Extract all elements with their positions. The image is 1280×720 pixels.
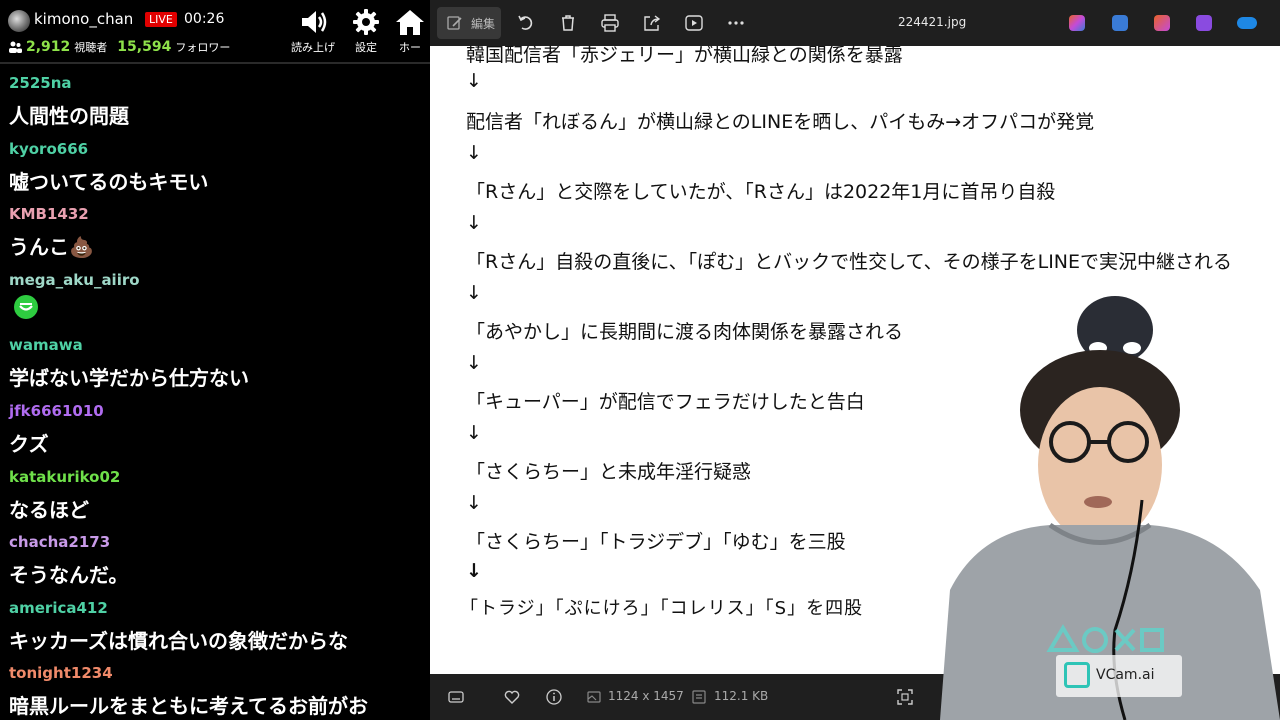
clipchamp-icon[interactable] <box>1154 15 1170 31</box>
filmstrip-icon[interactable] <box>447 688 465 706</box>
rotate-icon[interactable] <box>516 13 536 33</box>
designer-icon[interactable] <box>1112 15 1128 31</box>
chat-text: 人間性の問題 <box>9 104 129 128</box>
chat-text: 学ばない学だから仕方ない <box>9 366 249 391</box>
chat-message: katakuriko02 なるほど <box>0 464 430 530</box>
edit-label: 編集 <box>471 17 496 31</box>
chat-text: キッカーズは慣れ合いの象徴だからな <box>9 628 348 653</box>
chat-message: jfk6661010 クズ <box>0 398 430 464</box>
file-size-icon <box>692 690 706 704</box>
doc-line: 「Rさん」と交際をしていたが、「Rさん」は2022年1月に首吊り自殺 <box>466 181 1056 203</box>
read-aloud-button[interactable]: 読み上げ <box>286 6 340 58</box>
settings-label: 設定 <box>355 41 377 54</box>
chat-username[interactable]: jfk6661010 <box>9 402 104 420</box>
elapsed-time: 00:26 <box>184 11 225 27</box>
photos-icon[interactable] <box>1196 15 1212 31</box>
chat-message: wamawa 学ばない学だから仕方ない <box>0 332 430 398</box>
doc-arrow: ↓ <box>466 282 482 304</box>
follower-label: フォロワー <box>175 41 231 54</box>
info-icon[interactable] <box>545 688 563 706</box>
doc-line: 「あやかし」に長期間に渡る肉体関係を暴露される <box>466 321 904 343</box>
home-label: ホー <box>399 41 421 54</box>
viewer-count: 2,912 <box>26 39 71 55</box>
vcam-brand: VCam.ai <box>1096 667 1155 683</box>
doc-arrow: ↓ <box>466 560 482 582</box>
home-icon <box>396 10 424 35</box>
image-dimensions: 1124 x 1457 <box>608 689 684 703</box>
file-name: 224421.jpg <box>898 15 967 29</box>
viewer-label: 視聴者 <box>74 41 108 54</box>
chat-message: tonight1234 暗黒ルールをまともに考えてるお前がお <box>0 660 430 720</box>
stream-stats: 2,912 視聴者 15,594 フォロワー <box>8 38 230 56</box>
chat-username[interactable]: kyoro666 <box>9 140 88 158</box>
doc-arrow: ↓ <box>466 422 482 444</box>
users-icon <box>9 41 22 53</box>
doc-arrow: ↓ <box>466 352 482 374</box>
doc-line: 「トラジ」「ぷにけろ」「コレリス」「S」を四股 <box>460 598 864 619</box>
chat-text: クズ <box>9 431 49 456</box>
chat-message: KMB1432 うんこ💩 <box>0 201 430 267</box>
doc-line: 「Rさん」自殺の直後に、「ぽむ」とバックで性交して、その様子をLINEで実況中継… <box>466 251 1233 273</box>
gear-icon <box>353 9 379 35</box>
chat-username[interactable]: mega_aku_aiiro <box>9 271 140 289</box>
avatar[interactable] <box>8 10 30 32</box>
home-button[interactable]: ホー <box>390 6 430 58</box>
onedrive-icon[interactable] <box>1237 17 1257 29</box>
vcam-logo-icon <box>1064 662 1090 688</box>
doc-arrow: ↓ <box>466 492 482 514</box>
doc-line: 「さくらちー」と未成年淫行疑惑 <box>466 461 752 483</box>
delete-icon[interactable] <box>558 13 578 33</box>
chat-username[interactable]: KMB1432 <box>9 205 89 223</box>
slideshow-icon[interactable] <box>684 13 704 33</box>
chat-message: kyoro666 嘘ついてるのもキモい <box>0 136 430 202</box>
chat-username[interactable]: katakuriko02 <box>9 468 120 486</box>
doc-line: 「キューパー」が配信でフェラだけしたと告白 <box>466 391 865 413</box>
fit-to-window-icon[interactable] <box>896 688 914 706</box>
chat-list[interactable]: 2525na 人間性の問題 kyoro666 嘘ついてるのもキモい KMB143… <box>0 70 430 720</box>
dimensions-icon <box>587 691 601 703</box>
copilot-icon[interactable] <box>1069 15 1085 31</box>
stream-header: kimono_chan LIVE 00:26 2,912 視聴者 15,594 … <box>0 0 430 64</box>
settings-button[interactable]: 設定 <box>339 6 393 58</box>
viewer-toolbar: 編集 224421.jpg <box>430 0 1280 46</box>
doc-line: 「さくらちー」「トラジデブ」「ゆむ」を三股 <box>466 531 846 553</box>
chat-message: 2525na 人間性の問題 <box>0 70 430 136</box>
more-options-icon[interactable] <box>726 13 746 33</box>
chat-text: なるほど <box>9 497 89 522</box>
chat-username[interactable]: america412 <box>9 599 108 617</box>
chat-text: 嘘ついてるのもキモい <box>9 169 209 194</box>
edit-button[interactable]: 編集 <box>437 7 501 39</box>
chat-message: mega_aku_aiiro <box>0 267 430 333</box>
doc-arrow: ↓ <box>466 142 482 164</box>
chat-username[interactable]: tonight1234 <box>9 664 113 682</box>
chat-panel: kimono_chan LIVE 00:26 2,912 視聴者 15,594 … <box>0 0 430 720</box>
favorite-heart-icon[interactable] <box>503 688 521 706</box>
edit-icon <box>447 16 462 30</box>
doc-arrow: ↓ <box>466 70 482 92</box>
chat-text: うんこ💩 <box>9 235 94 260</box>
speaker-icon <box>302 11 327 33</box>
follower-count: 15,594 <box>117 39 172 55</box>
channel-name[interactable]: kimono_chan <box>34 10 133 28</box>
share-icon[interactable] <box>642 13 662 33</box>
doc-arrow: ↓ <box>466 212 482 234</box>
chat-text: 暗黒ルールをまともに考えてるお前がお <box>9 694 368 719</box>
live-badge: LIVE <box>145 12 177 27</box>
file-size: 112.1 KB <box>714 689 769 703</box>
doc-line: 配信者「れぼるん」が横山緑とのLINEを晒し、パイもみ→オフパコが発覚 <box>466 111 1095 133</box>
chat-text: そうなんだ。 <box>9 563 129 588</box>
read-aloud-label: 読み上げ <box>291 41 335 54</box>
chat-username[interactable]: wamawa <box>9 336 83 354</box>
smile-emoji-icon <box>14 294 38 319</box>
chat-message: chacha2173 そうなんだ。 <box>0 529 430 595</box>
chat-username[interactable]: 2525na <box>9 74 72 92</box>
print-icon[interactable] <box>600 13 620 33</box>
vcam-watermark: VCam.ai <box>1056 655 1182 697</box>
chat-message: america412 キッカーズは慣れ合いの象徴だからな <box>0 595 430 661</box>
chat-username[interactable]: chacha2173 <box>9 533 110 551</box>
